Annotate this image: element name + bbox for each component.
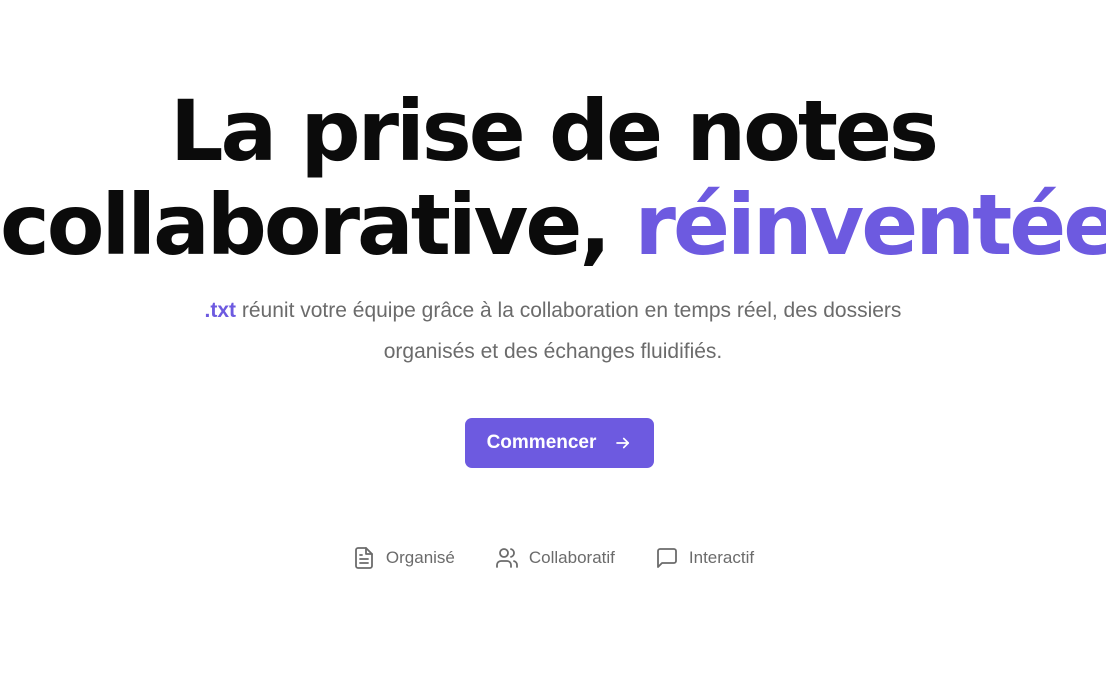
brand-name: .txt: [204, 299, 237, 322]
headline-line-2: collaborative, réinventée: [0, 178, 1106, 272]
document-icon: [352, 546, 376, 570]
feature-organise: Organisé: [352, 546, 455, 570]
feature-interactif-label: Interactif: [688, 548, 755, 567]
get-started-button[interactable]: Commencer: [465, 418, 654, 468]
hero-headline: La prise de notes collaborative, réinven…: [0, 84, 1106, 272]
hero-description: .txt réunit votre équipe grâce à la coll…: [163, 290, 943, 372]
hero-description-text: réunit votre équipe grâce à la collabora…: [236, 299, 902, 363]
feature-organise-label: Organisé: [385, 548, 455, 567]
get-started-label: Commencer: [486, 432, 597, 453]
headline-line-1: La prise de notes: [170, 82, 939, 180]
message-square-icon: [655, 546, 679, 570]
users-icon: [495, 546, 519, 570]
arrow-right-icon: [614, 434, 632, 452]
feature-collaboratif-label: Collaboratif: [528, 548, 615, 567]
feature-collaboratif: Collaboratif: [495, 546, 615, 570]
headline-line-2-prefix: collaborative,: [0, 176, 635, 274]
headline-accent: réinventée: [634, 176, 1106, 274]
feature-interactif: Interactif: [655, 546, 754, 570]
feature-list: Organisé Collaboratif Interactif: [0, 546, 1106, 570]
